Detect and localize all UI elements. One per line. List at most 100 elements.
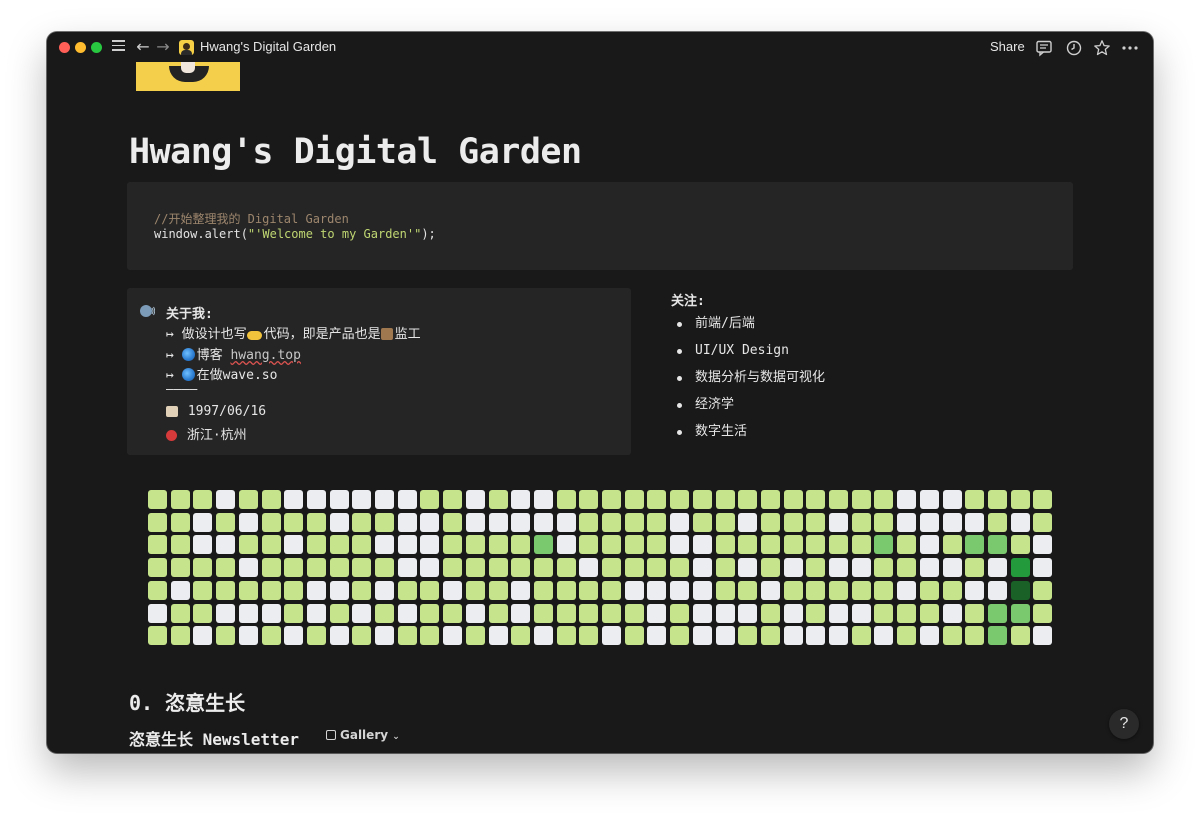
contribution-cell — [579, 626, 598, 645]
contribution-cell — [784, 604, 803, 623]
contribution-cell — [1011, 490, 1030, 509]
back-arrow-icon[interactable]: ← — [134, 37, 152, 57]
contribution-cell — [693, 604, 712, 623]
help-button[interactable]: ? — [1109, 709, 1139, 739]
code-block[interactable]: //开始整理我的 Digital Garden window.alert("'W… — [127, 182, 1073, 270]
contribution-cell — [602, 558, 621, 577]
contribution-cell — [579, 490, 598, 509]
code-comment: //开始整理我的 Digital Garden — [154, 212, 349, 226]
more-options-icon[interactable] — [1121, 39, 1139, 57]
contribution-cell — [784, 513, 803, 532]
contribution-cell — [874, 490, 893, 509]
close-window-button[interactable] — [59, 42, 70, 53]
contribution-cell — [239, 581, 258, 600]
contribution-cell — [307, 581, 326, 600]
contribution-cell — [761, 581, 780, 600]
contribution-cell — [761, 513, 780, 532]
contribution-cell — [602, 535, 621, 554]
contribution-cell — [352, 535, 371, 554]
contribution-cell — [352, 513, 371, 532]
contribution-cell — [602, 604, 621, 623]
gallery-view-selector[interactable]: Gallery ⌄ — [326, 728, 400, 744]
contribution-cell — [216, 604, 235, 623]
contribution-cell — [806, 558, 825, 577]
contribution-cell — [398, 581, 417, 600]
contribution-cell — [738, 581, 757, 600]
contribution-cell — [920, 558, 939, 577]
contribution-cell — [193, 558, 212, 577]
contribution-cell — [920, 581, 939, 600]
contribution-cell — [330, 558, 349, 577]
history-clock-icon[interactable] — [1065, 39, 1083, 57]
contribution-cell — [874, 513, 893, 532]
contribution-cell — [806, 604, 825, 623]
contribution-cell — [375, 604, 394, 623]
contribution-cell — [738, 604, 757, 623]
page-title[interactable]: Hwang's Digital Garden — [129, 132, 582, 172]
about-line-birthday: 1997/06/16 — [166, 404, 266, 419]
contribution-cell — [761, 535, 780, 554]
contribution-cell — [443, 513, 462, 532]
contribution-cell — [670, 581, 689, 600]
contribution-cell — [693, 558, 712, 577]
contribution-cell — [420, 490, 439, 509]
zoom-window-button[interactable] — [91, 42, 102, 53]
contribution-cell — [443, 490, 462, 509]
contribution-cell — [284, 513, 303, 532]
contribution-cell — [216, 558, 235, 577]
contribution-cell — [738, 535, 757, 554]
forward-arrow-icon[interactable]: → — [154, 37, 172, 57]
contribution-cell — [398, 490, 417, 509]
contribution-cell — [466, 558, 485, 577]
contribution-cell — [398, 558, 417, 577]
pointing-hand-icon — [246, 331, 262, 340]
about-callout[interactable]: 关于我: ↦ 做设计也写 代码，即是产品也是 监工 ↦ 博客 hwang.top ↦… — [127, 288, 631, 455]
contribution-cell — [806, 535, 825, 554]
contribution-cell — [784, 490, 803, 509]
contribution-cell — [647, 581, 666, 600]
contribution-cell — [307, 535, 326, 554]
contribution-cell — [1011, 558, 1030, 577]
window-title[interactable]: Hwang's Digital Garden — [200, 39, 336, 54]
contribution-cell — [193, 535, 212, 554]
contribution-cell — [352, 626, 371, 645]
contribution-cell — [466, 626, 485, 645]
contribution-cell — [897, 513, 916, 532]
contribution-cell — [466, 535, 485, 554]
list-item[interactable]: UI/UX Design — [677, 342, 825, 369]
contribution-cell — [988, 626, 1007, 645]
about-divider: ———— — [166, 382, 198, 397]
section-heading[interactable]: 0. 恣意生长 — [129, 687, 245, 716]
contribution-cell — [716, 604, 735, 623]
favorite-star-icon[interactable] — [1093, 39, 1111, 57]
share-button[interactable]: Share — [990, 39, 1025, 54]
contribution-cell — [148, 558, 167, 577]
newsletter-database-title[interactable]: 恣意生长 Newsletter — [129, 726, 299, 750]
contribution-cell — [511, 490, 530, 509]
contribution-cell — [988, 604, 1007, 623]
contribution-cell — [647, 558, 666, 577]
list-item[interactable]: 数字生活 — [677, 423, 825, 450]
contribution-cell — [829, 558, 848, 577]
contribution-cell — [943, 604, 962, 623]
contribution-cell — [988, 581, 1007, 600]
list-item[interactable]: 前端/后端 — [677, 315, 825, 342]
contribution-cell — [670, 558, 689, 577]
comment-icon[interactable] — [1035, 39, 1053, 57]
minimize-window-button[interactable] — [75, 42, 86, 53]
birthday-text: 1997/06/16 — [187, 404, 267, 419]
contribution-cell — [398, 604, 417, 623]
contribution-cell — [193, 513, 212, 532]
blog-link[interactable]: hwang.top — [230, 348, 300, 363]
contribution-cell — [420, 558, 439, 577]
sidebar-menu-icon[interactable] — [109, 37, 127, 57]
list-item[interactable]: 数据分析与数据可视化 — [677, 369, 825, 396]
contribution-cell — [443, 535, 462, 554]
contribution-cell — [216, 513, 235, 532]
list-item[interactable]: 经济学 — [677, 396, 825, 423]
contribution-cell — [1011, 535, 1030, 554]
contribution-cell — [534, 581, 553, 600]
contribution-cell — [330, 626, 349, 645]
contribution-cell — [1033, 490, 1052, 509]
contribution-cell — [988, 558, 1007, 577]
